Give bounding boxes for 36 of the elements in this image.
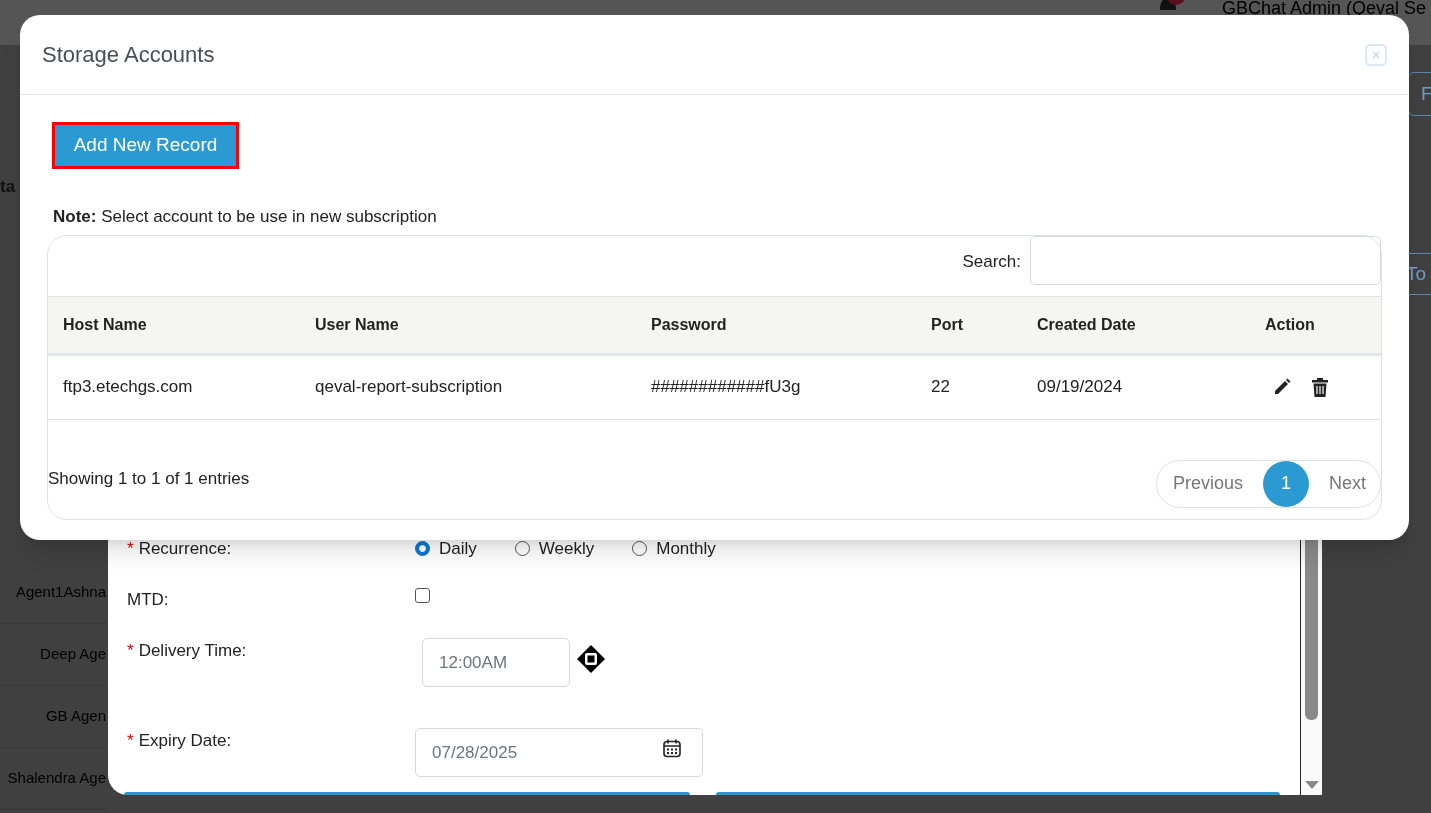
scroll-down-icon[interactable] [1304,781,1319,789]
table-cell: qeval-report-subscription [315,377,503,397]
pencil-icon[interactable] [1273,378,1291,396]
calendar-icon[interactable] [662,737,682,758]
agent-name: Deep Age [40,644,106,665]
agent-name: Shalendra Age [7,768,106,789]
scrollbar[interactable] [1300,540,1322,795]
next-button[interactable]: Next [1329,470,1366,497]
column-header[interactable]: Created Date [1037,315,1136,333]
previous-button[interactable]: Previous [1172,470,1243,497]
checkbox[interactable] [415,588,430,603]
column-header[interactable]: User Name [315,315,399,333]
field-label: * Expiry Date: [127,732,233,750]
search-field[interactable] [1030,235,1381,285]
column-header[interactable]: Host Name [63,315,147,333]
agent-name: Agent1Ashna [15,582,106,603]
move-icon[interactable] [577,645,605,673]
note-text: Note: Select account to be use in new subscription [53,206,438,228]
trash-icon[interactable] [1312,377,1328,397]
agent-name: GB Agen [45,706,106,727]
search-label: Search: [962,250,1021,273]
field-label: * Recurrence: [127,540,233,558]
column-header[interactable]: Port [931,315,963,333]
field-label: * Delivery Time: [127,642,248,660]
table-cell: ############fU3g [651,377,801,397]
table-cell: 09/19/2024 [1037,377,1123,397]
column-header[interactable]: Password [651,315,727,333]
time-field[interactable]: 12:00AM [422,638,570,687]
date-field[interactable]: 07/28/2025 [415,728,703,777]
column-header[interactable]: Action [1265,315,1315,333]
scrollbar-thumb[interactable] [1305,540,1318,720]
table-cell: 22 [931,377,950,397]
table-cell: ftp3.etechgs.com [63,377,193,397]
entries-info: Showing 1 to 1 of 1 entries [48,467,250,490]
modal-title: Storage Accounts [42,41,215,69]
field-label: MTD: [127,591,170,609]
